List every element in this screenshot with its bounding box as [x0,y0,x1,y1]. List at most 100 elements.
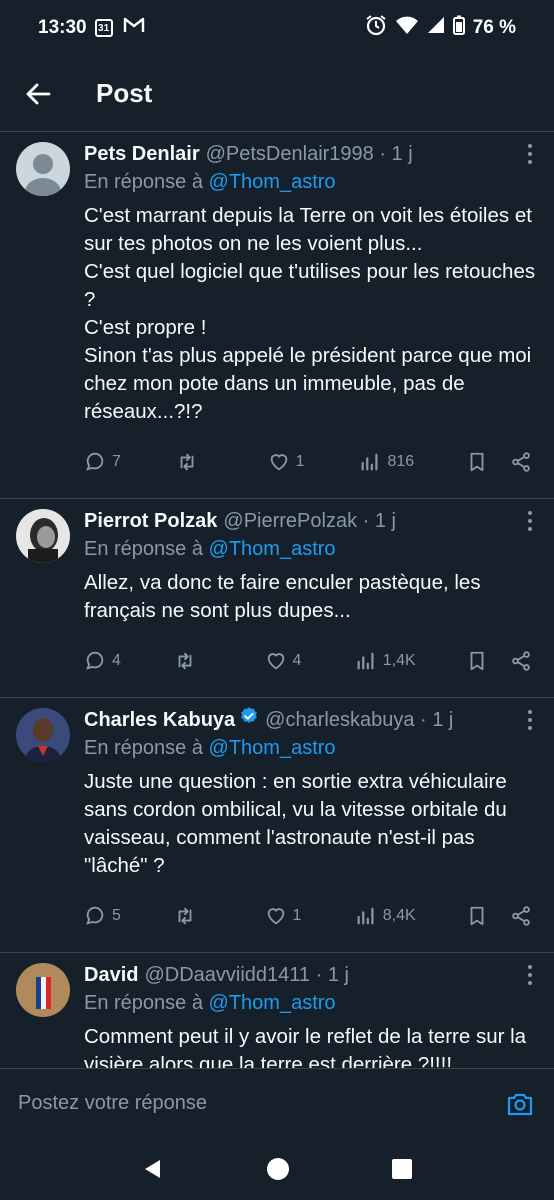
author-name[interactable]: David [84,961,138,989]
reply-icon [86,452,104,471]
repost-icon [178,907,192,925]
status-time: 13:30 [38,17,87,38]
reply-prefix: En réponse à [84,992,209,1014]
reply-prefix: En réponse à [84,538,209,560]
reply-button[interactable]: 7 [84,451,124,473]
action-bar: 4 4 1,4K [84,625,536,697]
views-chart-icon [357,907,374,925]
avatar[interactable] [16,963,70,1017]
reply-composer[interactable]: Postez votre réponse [0,1068,554,1138]
reply-icon [86,651,104,670]
back-arrow-icon [26,83,51,104]
nav-back-icon[interactable] [141,1157,165,1181]
views-button[interactable]: 816 [359,451,414,473]
mention-link[interactable]: @Thom_astro [209,992,336,1014]
wifi-icon [395,15,419,41]
post-text: C'est marrant depuis la Terre on voit le… [84,204,536,423]
post-text: Comment peut il y avoir le reflet de la … [84,1025,527,1068]
author-handle: @PierrePolzak · 1 j [223,510,396,532]
signal-icon [427,16,445,40]
reply-context: En réponse à @Thom_astro [84,734,536,762]
reply-post[interactable]: Pierrot Polzak @PierrePolzak · 1 j En ré… [0,499,554,698]
like-button[interactable]: 1 [268,451,308,473]
author-name[interactable]: Pierrot Polzak [84,507,217,535]
view-count: 8,4K [382,907,416,924]
heart-icon [267,653,284,670]
app-bar: Post [0,56,554,132]
views-chart-icon [362,453,378,471]
repost-icon [180,453,194,471]
bookmark-icon[interactable] [466,650,488,672]
more-options-button[interactable] [524,710,536,730]
action-bar: 5 1 8,4K [84,880,536,952]
author-handle: @PetsDenlair1998 · 1 j [205,143,413,165]
reply-button[interactable]: 4 [84,650,124,672]
more-options-button[interactable] [524,144,536,164]
reply-button[interactable]: 5 [84,905,124,927]
camera-icon [507,1093,533,1115]
page-title: Post [96,78,153,108]
mention-link[interactable]: @Thom_astro [209,538,336,560]
views-button[interactable]: 1,4K [355,650,416,672]
views-button[interactable]: 8,4K [355,905,416,927]
repost-button[interactable] [174,650,214,672]
gmail-icon [123,16,145,40]
author-handle: @charleskabuya · 1 j [265,709,454,731]
reply-input[interactable]: Postez votre réponse [18,1092,207,1115]
heart-icon [270,454,287,471]
verified-badge-icon [241,707,258,723]
reply-count: 4 [112,652,121,669]
nav-recents-icon[interactable] [391,1158,413,1180]
like-count: 1 [292,907,302,924]
reply-count: 5 [112,907,121,924]
more-options-button[interactable] [524,511,536,531]
status-bar: 13:30 31 76 % [0,0,554,56]
alarm-icon [365,14,387,42]
author-handle: @DDaavviidd1411 · 1 j [144,964,349,986]
more-options-button[interactable] [524,965,536,985]
like-count: 4 [292,652,302,669]
like-count: 1 [295,453,305,470]
nav-home-icon[interactable] [266,1157,290,1181]
reply-post[interactable]: Charles Kabuya @charleskabuya · 1 j En r… [0,698,554,953]
share-icon[interactable] [510,650,532,672]
reply-context: En réponse à @Thom_astro [84,535,536,563]
repost-button[interactable] [174,905,214,927]
like-button[interactable]: 4 [265,650,305,672]
calendar-icon: 31 [94,19,113,37]
camera-button[interactable] [504,1088,536,1120]
share-icon[interactable] [510,451,532,473]
reply-prefix: En réponse à [84,171,209,193]
reply-post[interactable]: David @DDaavviidd1411 · 1 j En réponse à… [0,953,554,1068]
reply-icon [86,906,104,925]
heart-icon [267,908,284,925]
avatar[interactable] [16,509,70,563]
like-button[interactable]: 1 [265,905,305,927]
author-name[interactable]: Pets Denlair [84,140,200,168]
reply-post[interactable]: Pets Denlair @PetsDenlair1998 · 1 j En r… [0,132,554,499]
reply-feed[interactable]: Pets Denlair @PetsDenlair1998 · 1 j En r… [0,132,554,1068]
view-count: 816 [387,453,415,470]
avatar[interactable] [16,708,70,762]
avatar[interactable] [16,142,70,196]
reply-count: 7 [112,453,121,470]
bookmark-icon[interactable] [466,451,488,473]
mention-link[interactable]: @Thom_astro [209,171,336,193]
back-button[interactable] [0,56,76,132]
system-nav-bar [0,1138,554,1200]
share-icon[interactable] [510,905,532,927]
view-count: 1,4K [382,652,416,669]
views-chart-icon [357,652,374,670]
author-name[interactable]: Charles Kabuya [84,706,235,734]
repost-button[interactable] [176,451,216,473]
action-bar: 7 1 816 [84,426,536,498]
post-text: Allez, va donc te faire enculer pastèque… [84,571,481,622]
battery-level: 76 % [472,17,516,38]
battery-icon [452,15,465,41]
reply-context: En réponse à @Thom_astro [84,168,536,196]
reply-context: En réponse à @Thom_astro [84,989,536,1017]
mention-link[interactable]: @Thom_astro [209,737,336,759]
bookmark-icon[interactable] [466,905,488,927]
repost-icon [178,652,192,670]
post-text: Juste une question : en sortie extra véh… [84,770,507,877]
